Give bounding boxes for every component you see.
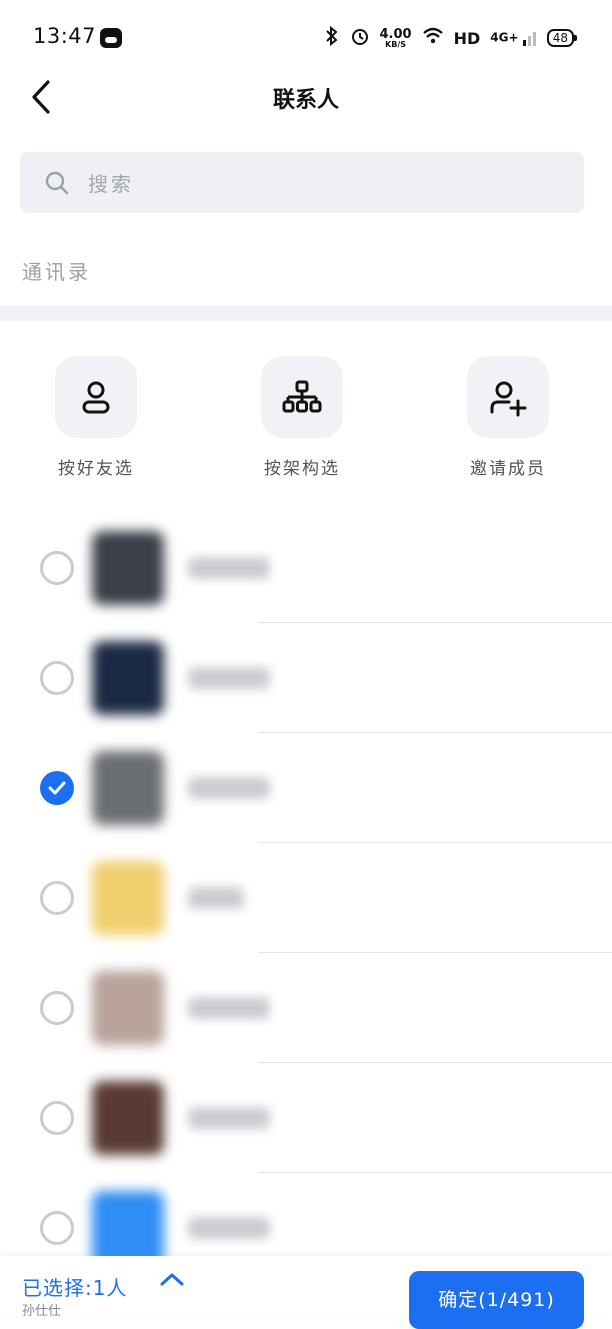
- contact-row[interactable]: [0, 513, 612, 623]
- selected-names: 孙仕仕: [22, 1304, 62, 1319]
- status-icons: 4.00 KB/S HD 4G+ 48: [324, 24, 578, 52]
- wifi-icon: [422, 27, 444, 50]
- org-chart-icon: [282, 380, 322, 413]
- contact-row[interactable]: [0, 623, 612, 733]
- contact-name-redacted: [188, 997, 270, 1019]
- bluetooth-icon: [324, 25, 340, 51]
- avatar: [92, 531, 164, 605]
- checkbox-unchecked[interactable]: [40, 1101, 74, 1135]
- battery-indicator: 48: [546, 29, 578, 47]
- checkbox-unchecked[interactable]: [40, 551, 74, 585]
- select-by-friends-tile: [55, 356, 137, 438]
- avatar: [92, 641, 164, 715]
- selected-count[interactable]: 已选择:1人: [22, 1272, 127, 1301]
- contact-name-redacted: [188, 777, 270, 799]
- checkbox-unchecked[interactable]: [40, 1211, 74, 1245]
- app-notification-icon: [100, 28, 122, 48]
- select-by-org-button[interactable]: 按架构选: [232, 356, 372, 479]
- avatar: [92, 971, 164, 1045]
- contact-name-redacted: [188, 667, 270, 689]
- contact-list: [0, 513, 612, 1283]
- contact-row[interactable]: [0, 1063, 612, 1173]
- select-by-friends-button[interactable]: 按好友选: [26, 356, 166, 479]
- contact-name-redacted: [188, 1107, 270, 1129]
- checkbox-checked[interactable]: [40, 771, 74, 805]
- header: 联系人: [0, 64, 612, 130]
- avatar: [92, 1081, 164, 1155]
- checkbox-unchecked[interactable]: [40, 661, 74, 695]
- search-input[interactable]: 搜索: [20, 152, 584, 213]
- person-icon: [82, 381, 110, 414]
- status-time: 13:47: [33, 24, 97, 48]
- section-label-contacts: 通讯录: [22, 260, 91, 284]
- cellular-signal: 4G+: [490, 30, 536, 46]
- section-divider: [0, 306, 612, 321]
- chevron-up-icon[interactable]: [158, 1270, 186, 1294]
- status-bar: 13:47 4.00 KB/S HD 4G+ 48: [0, 0, 612, 72]
- alarm-icon: [350, 26, 370, 51]
- search-placeholder: 搜索: [88, 172, 134, 196]
- confirm-button[interactable]: 确定(1/491): [409, 1271, 584, 1329]
- avatar: [92, 861, 164, 935]
- invite-member-tile: [467, 356, 549, 438]
- select-by-org-label: 按架构选: [264, 459, 340, 479]
- avatar: [92, 1191, 164, 1265]
- bottom-bar: 已选择:1人 孙仕仕 确定(1/491): [0, 1256, 612, 1329]
- select-by-friends-label: 按好友选: [58, 459, 134, 479]
- hd-indicator: HD: [453, 28, 481, 48]
- avatar: [92, 751, 164, 825]
- checkmark-icon: [48, 781, 66, 795]
- network-speed: 4.00 KB/S: [379, 26, 412, 49]
- select-by-org-tile: [261, 356, 343, 438]
- contact-row[interactable]: [0, 733, 612, 843]
- invite-member-label: 邀请成员: [470, 459, 546, 479]
- checkbox-unchecked[interactable]: [40, 881, 74, 915]
- add-person-icon: [490, 381, 527, 417]
- search-icon: [45, 171, 69, 194]
- checkbox-unchecked[interactable]: [40, 991, 74, 1025]
- contact-row[interactable]: [0, 843, 612, 953]
- contact-row[interactable]: [0, 953, 612, 1063]
- page-title: 联系人: [272, 88, 339, 113]
- invite-member-button[interactable]: 邀请成员: [438, 356, 578, 479]
- contact-name-redacted: [188, 887, 244, 909]
- contact-name-redacted: [188, 557, 270, 579]
- contact-name-redacted: [188, 1217, 270, 1239]
